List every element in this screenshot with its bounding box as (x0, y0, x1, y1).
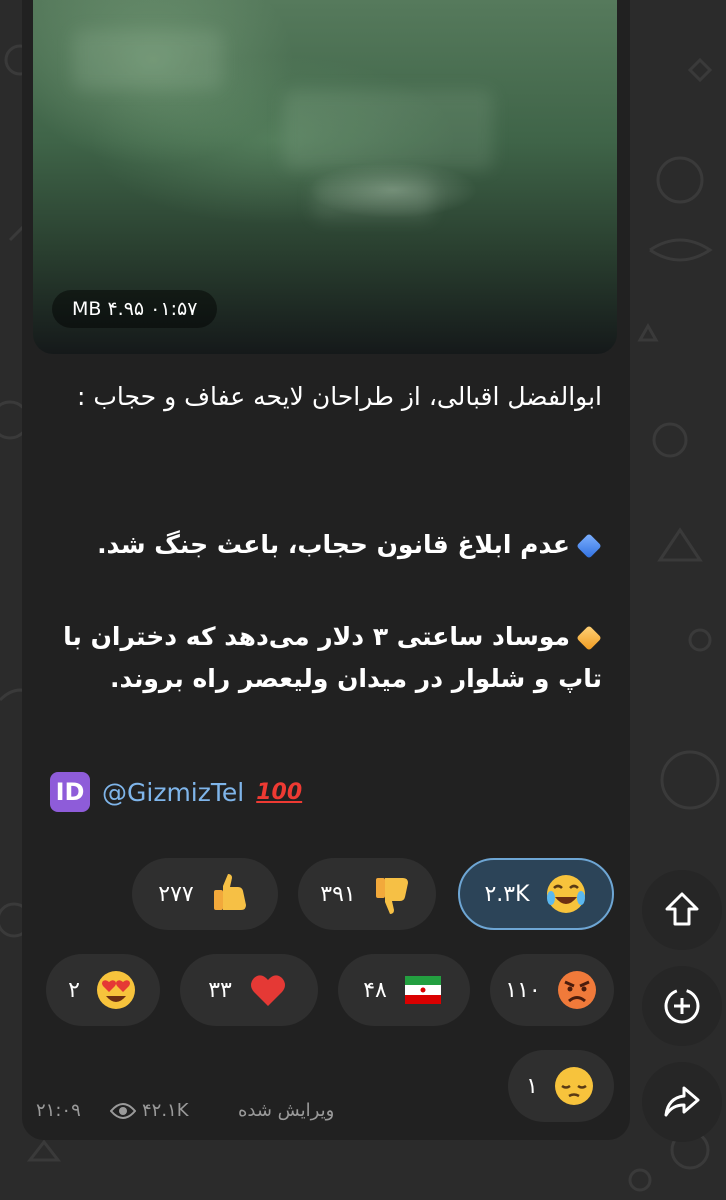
channel-link[interactable]: @GizmizTel (102, 778, 244, 807)
add-reaction-icon (664, 988, 700, 1024)
reaction-count: ۲ (68, 977, 80, 1003)
hundred-points-icon: 100 (256, 779, 303, 805)
id-badge-icon: ID (50, 772, 90, 812)
video-duration: ۰۱:۵۷ (150, 298, 198, 320)
reaction-count: ۴۸ (363, 977, 387, 1003)
share-icon (664, 1086, 700, 1117)
reaction-iran-flag[interactable]: ۴۸ (338, 954, 470, 1026)
reaction-count: ۳۳ (208, 977, 232, 1003)
point-1-text: عدم ابلاغ قانون حجاب، باعث جنگ شد. (97, 530, 570, 559)
reaction-count: ۳۹۱ (320, 881, 356, 907)
signature-line: ID @GizmizTel 100 (50, 770, 302, 814)
video-info-badge: MB ۴.۹۵ ۰۱:۵۷ (52, 290, 218, 328)
reaction-angry[interactable]: ۱۱۰ (490, 954, 614, 1026)
reaction-count: ۱۱۰ (505, 977, 541, 1003)
views-count: ۴۲.۱K (142, 1100, 189, 1121)
share-button[interactable] (642, 1062, 722, 1142)
message-intro: ابوالفضل اقبالی، از طراحان لایحه عفاف و … (77, 382, 602, 411)
reaction-count: ۲۷۷ (158, 881, 194, 907)
message-point-2: موساد ساعتی ۳ دلار می‌دهد که دختران با ت… (46, 616, 602, 700)
point-2-text: موساد ساعتی ۳ دلار می‌دهد که دختران با ت… (63, 622, 602, 693)
reaction-count: ۲.۳K (484, 881, 530, 907)
add-reaction-button[interactable] (642, 966, 722, 1046)
reaction-heart-eyes[interactable]: ۲ (46, 954, 160, 1026)
pensive-face-icon (554, 1067, 593, 1105)
joy-tears-icon (546, 875, 585, 913)
thumbs-up-icon (213, 874, 246, 910)
reaction-heart[interactable]: ۳۳ (180, 954, 318, 1026)
scroll-up-icon (665, 892, 699, 926)
red-heart-icon (250, 975, 285, 1006)
reaction-thumbs-down[interactable]: ۳۹۱ (298, 858, 436, 930)
reaction-pensive[interactable]: ۱ (508, 1050, 614, 1122)
reaction-thumbs-up[interactable]: ۲۷۷ (132, 858, 278, 930)
reaction-count: ۱ (526, 1073, 538, 1099)
thumbs-down-icon (375, 878, 408, 914)
heart-eyes-icon (96, 971, 135, 1009)
scroll-up-button[interactable] (642, 870, 722, 950)
message-point-1: عدم ابلاغ قانون حجاب، باعث جنگ شد. (46, 524, 602, 566)
video-size: MB ۴.۹۵ (72, 298, 145, 320)
eye-icon (110, 1103, 136, 1119)
message-time: ۲۱:۰۹ (36, 1100, 81, 1121)
blue-diamond-icon (576, 533, 602, 559)
iran-flag-icon (404, 976, 441, 1004)
view-counter: ۴۲.۱K (110, 1096, 189, 1126)
angry-face-icon (557, 971, 596, 1009)
reaction-joy[interactable]: ۲.۳K (458, 858, 614, 930)
orange-diamond-icon (576, 625, 602, 651)
edited-label: ویرایش شده (238, 1100, 335, 1121)
